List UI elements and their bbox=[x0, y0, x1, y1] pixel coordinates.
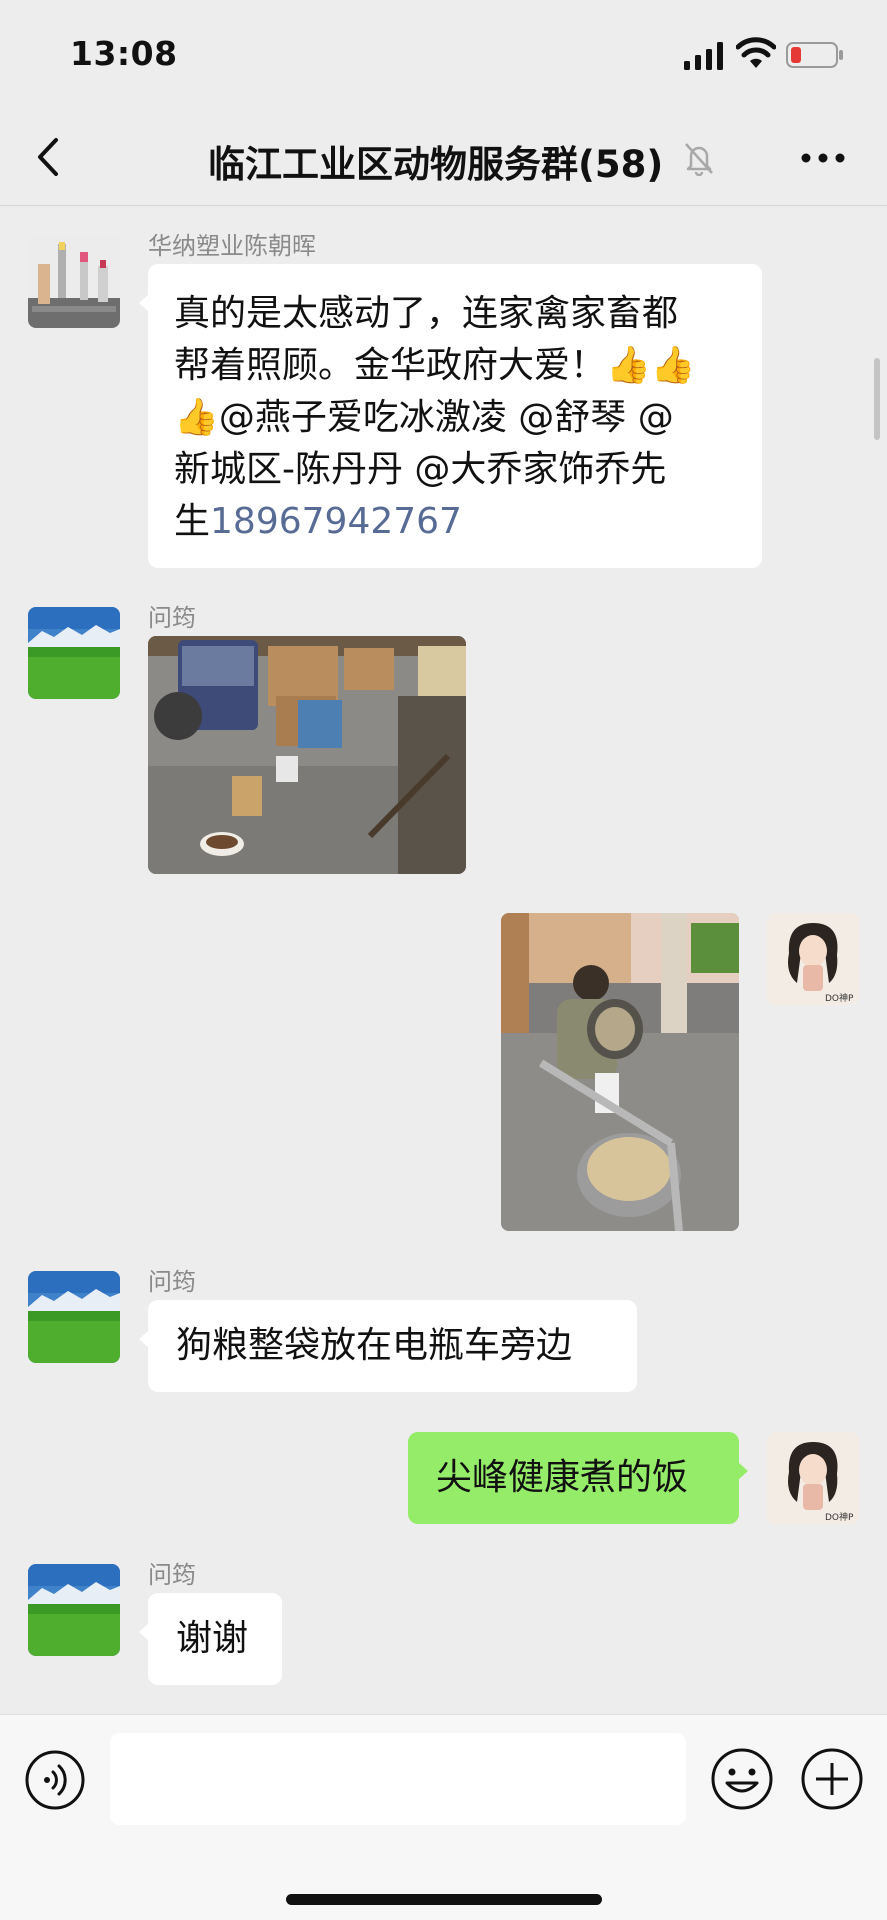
message-line: 生18967942767 bbox=[174, 496, 736, 548]
sender-name: 华纳塑业陈朝晖 bbox=[148, 232, 316, 260]
feeding-photo[interactable] bbox=[501, 913, 739, 1231]
voice-icon[interactable] bbox=[24, 1749, 86, 1811]
sender-name: 问筠 bbox=[148, 1268, 196, 1296]
grassland-avatar-image bbox=[28, 1564, 120, 1656]
cartoon-girl-avatar-image: DO神P bbox=[767, 1432, 859, 1524]
plus-icon[interactable] bbox=[800, 1747, 864, 1811]
battery-icon bbox=[786, 42, 843, 68]
input-bar bbox=[0, 1714, 887, 1920]
message-bubble[interactable]: 真的是太感动了，连家禽家畜都 帮着照顾。金华政府大爱！👍👍 👍@燕子爱吃冰激凌 … bbox=[139, 264, 762, 568]
message-text: 狗粮整袋放在电瓶车旁边 bbox=[176, 1325, 573, 1366]
wifi-icon bbox=[736, 37, 776, 68]
self-avatar[interactable]: DO神P bbox=[767, 913, 859, 1005]
message-text: 谢谢 bbox=[176, 1618, 249, 1659]
signal-icon bbox=[684, 42, 723, 70]
message-line: 真的是太感动了，连家禽家畜都 bbox=[174, 293, 679, 334]
emoji-icon[interactable] bbox=[710, 1747, 774, 1811]
avatar[interactable] bbox=[28, 607, 120, 699]
message-line: 新城区-陈丹丹 @大乔家饰乔先 bbox=[174, 449, 667, 490]
mute-bell-icon bbox=[685, 143, 713, 176]
scrollbar[interactable] bbox=[874, 358, 880, 440]
phone-number-link[interactable]: 18967942767 bbox=[210, 501, 462, 542]
message-input[interactable] bbox=[110, 1733, 686, 1825]
warehouse-photo-image bbox=[148, 636, 466, 874]
self-avatar[interactable]: DO神P bbox=[767, 1432, 859, 1524]
more-icon[interactable] bbox=[800, 150, 846, 166]
member-count: (58) bbox=[578, 143, 664, 186]
self-message-bubble[interactable]: 尖峰健康煮的饭 bbox=[408, 1432, 748, 1524]
avatar[interactable] bbox=[28, 1271, 120, 1363]
sender-name: 问筠 bbox=[148, 604, 196, 632]
message-text: 生 bbox=[174, 501, 211, 542]
message-line: 帮着照顾。金华政府大爱！👍👍 bbox=[174, 345, 696, 386]
group-name: 临江工业区动物服务群 bbox=[208, 143, 578, 186]
sender-name: 问筠 bbox=[148, 1561, 196, 1589]
grassland-avatar-image bbox=[28, 607, 120, 699]
chat-header: 临江工业区动物服务群(58) bbox=[0, 110, 887, 206]
feeding-photo-image bbox=[501, 913, 739, 1231]
message-bubble[interactable]: 狗粮整袋放在电瓶车旁边 bbox=[139, 1300, 637, 1392]
avatar-caption: DO神P bbox=[825, 1511, 854, 1523]
status-time: 13:08 bbox=[70, 34, 178, 73]
cosmetics-avatar-image bbox=[28, 236, 120, 328]
grassland-avatar-image bbox=[28, 1271, 120, 1363]
message-line: 👍@燕子爱吃冰激凌 @舒琴 @ bbox=[174, 397, 674, 438]
warehouse-photo[interactable] bbox=[148, 636, 466, 874]
chat-title[interactable]: 临江工业区动物服务群(58) bbox=[208, 134, 663, 188]
back-icon[interactable] bbox=[32, 132, 66, 182]
message-bubble[interactable]: 谢谢 bbox=[139, 1593, 282, 1685]
avatar[interactable] bbox=[28, 1564, 120, 1656]
message-text: 尖峰健康煮的饭 bbox=[436, 1457, 689, 1498]
cartoon-girl-avatar-image: DO神P bbox=[767, 913, 859, 1005]
avatar[interactable] bbox=[28, 236, 120, 328]
avatar-caption: DO神P bbox=[825, 992, 854, 1004]
home-indicator[interactable] bbox=[286, 1894, 602, 1905]
